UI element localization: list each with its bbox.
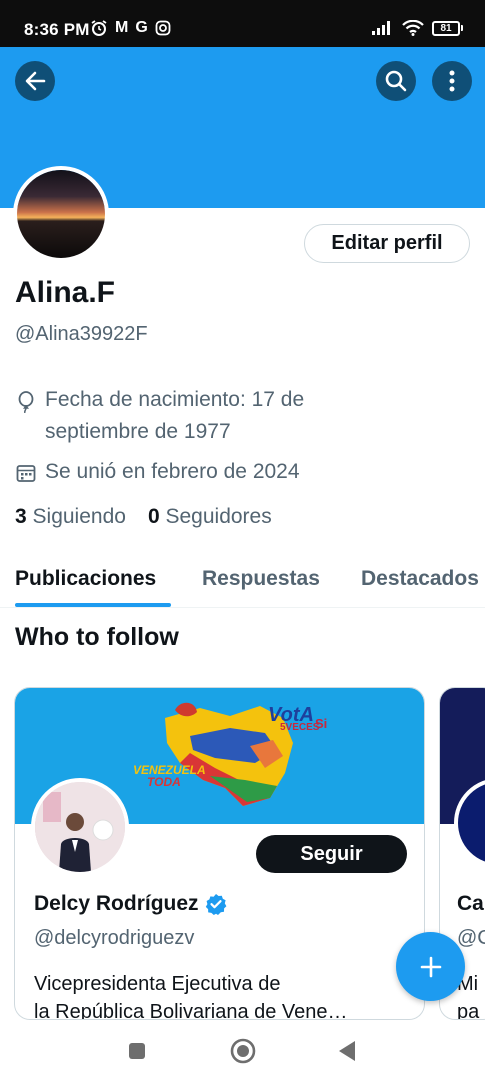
notification-icons: M G [90, 19, 171, 37]
home-icon [230, 1038, 256, 1064]
battery-level: 81 [440, 22, 452, 34]
home-button[interactable] [230, 1038, 256, 1069]
calendar-icon [16, 465, 36, 482]
active-tab-indicator [15, 603, 171, 607]
suggestion-bio: Vicepresidenta Ejecutiva de la República… [34, 970, 414, 1020]
followers-count: 0 [147, 505, 160, 528]
banner-si-text: Si [315, 716, 327, 731]
avatar-image [17, 170, 105, 258]
back-button[interactable] [15, 61, 55, 101]
followers-link[interactable]: 0 Seguidores [148, 505, 272, 529]
banner-veces-text: 5VECES [280, 722, 320, 733]
more-vertical-icon [449, 70, 455, 92]
search-button[interactable] [376, 61, 416, 101]
banner-toda-text: TODA [147, 775, 181, 789]
profile-name: Alina.F [15, 276, 116, 309]
profile-handle: @Alina39922F [15, 323, 148, 345]
birthdate-line-1: Fecha de nacimiento: 17 de [45, 388, 305, 411]
birthdate-line-2: septiembre de 1977 [45, 420, 231, 443]
status-bar: 8:36 PM M G 81 [0, 0, 485, 47]
suggestion-name: Delcy Rodríguez [34, 892, 199, 915]
followers-label: Seguidores [165, 505, 272, 528]
suggestion-card[interactable]: VotA 5VECES Si VENEZUELA TODA Seguir Del… [14, 687, 425, 1020]
more-options-button[interactable] [432, 61, 472, 101]
wifi-icon [402, 20, 424, 36]
profile-avatar[interactable] [13, 166, 109, 262]
suggestion-name-2: Ca [457, 892, 484, 915]
back-icon [339, 1041, 355, 1061]
instagram-icon [155, 20, 171, 36]
compose-fab[interactable] [396, 932, 465, 1001]
suggestion-avatar[interactable] [31, 778, 129, 876]
battery-icon: 81 [432, 20, 463, 36]
birthdate-row: Fecha de nacimiento: 17 de septiembre de… [15, 384, 304, 448]
person-photo [35, 782, 125, 872]
balloon-icon [18, 391, 34, 413]
suggestion-name-row: Delcy Rodríguez [34, 892, 227, 916]
back-arrow-icon [25, 71, 46, 91]
follow-stats: 3 Siguiendo 0 Seguidores [15, 505, 272, 529]
back-nav-button[interactable] [338, 1040, 356, 1067]
suggestion-bio-2-line-2: pa [457, 1001, 480, 1020]
suggestion-handle-2: @C [457, 927, 485, 949]
tab-publicaciones[interactable]: Publicaciones [15, 567, 156, 591]
joined-row: Se unió en febrero de 2024 [15, 456, 300, 488]
suggestion-handle: @delcyrodriguezv [34, 927, 195, 949]
follow-button[interactable]: Seguir [256, 835, 407, 873]
system-icons: 81 [372, 20, 463, 36]
google-icon: G [135, 19, 148, 36]
suggestion-bio-line-2: la República Bolivariana de Vene… [34, 1001, 348, 1020]
profile-tabs: Publicaciones Respuestas Destacados [0, 560, 485, 608]
search-icon [385, 70, 407, 92]
tab-destacados[interactable]: Destacados [361, 567, 479, 591]
suggestion-bio-line-1: Vicepresidenta Ejecutiva de [34, 973, 281, 995]
gmail-icon: M [115, 19, 129, 36]
alarm-icon [91, 20, 107, 36]
following-label: Siguiendo [32, 505, 126, 528]
status-time: 8:36 PM [24, 20, 90, 39]
recents-button[interactable] [128, 1042, 146, 1065]
verified-badge-icon [205, 894, 226, 915]
recents-icon [129, 1043, 145, 1059]
who-to-follow-title: Who to follow [15, 623, 179, 651]
signal-icon [372, 21, 390, 35]
following-link[interactable]: 3 Siguiendo [15, 505, 126, 529]
following-count: 3 [15, 505, 27, 528]
system-nav-bar [0, 1020, 485, 1080]
plus-icon [420, 956, 441, 977]
tab-respuestas[interactable]: Respuestas [202, 567, 320, 591]
joined-text: Se unió en febrero de 2024 [45, 460, 300, 483]
edit-profile-button[interactable]: Editar perfil [304, 224, 470, 263]
